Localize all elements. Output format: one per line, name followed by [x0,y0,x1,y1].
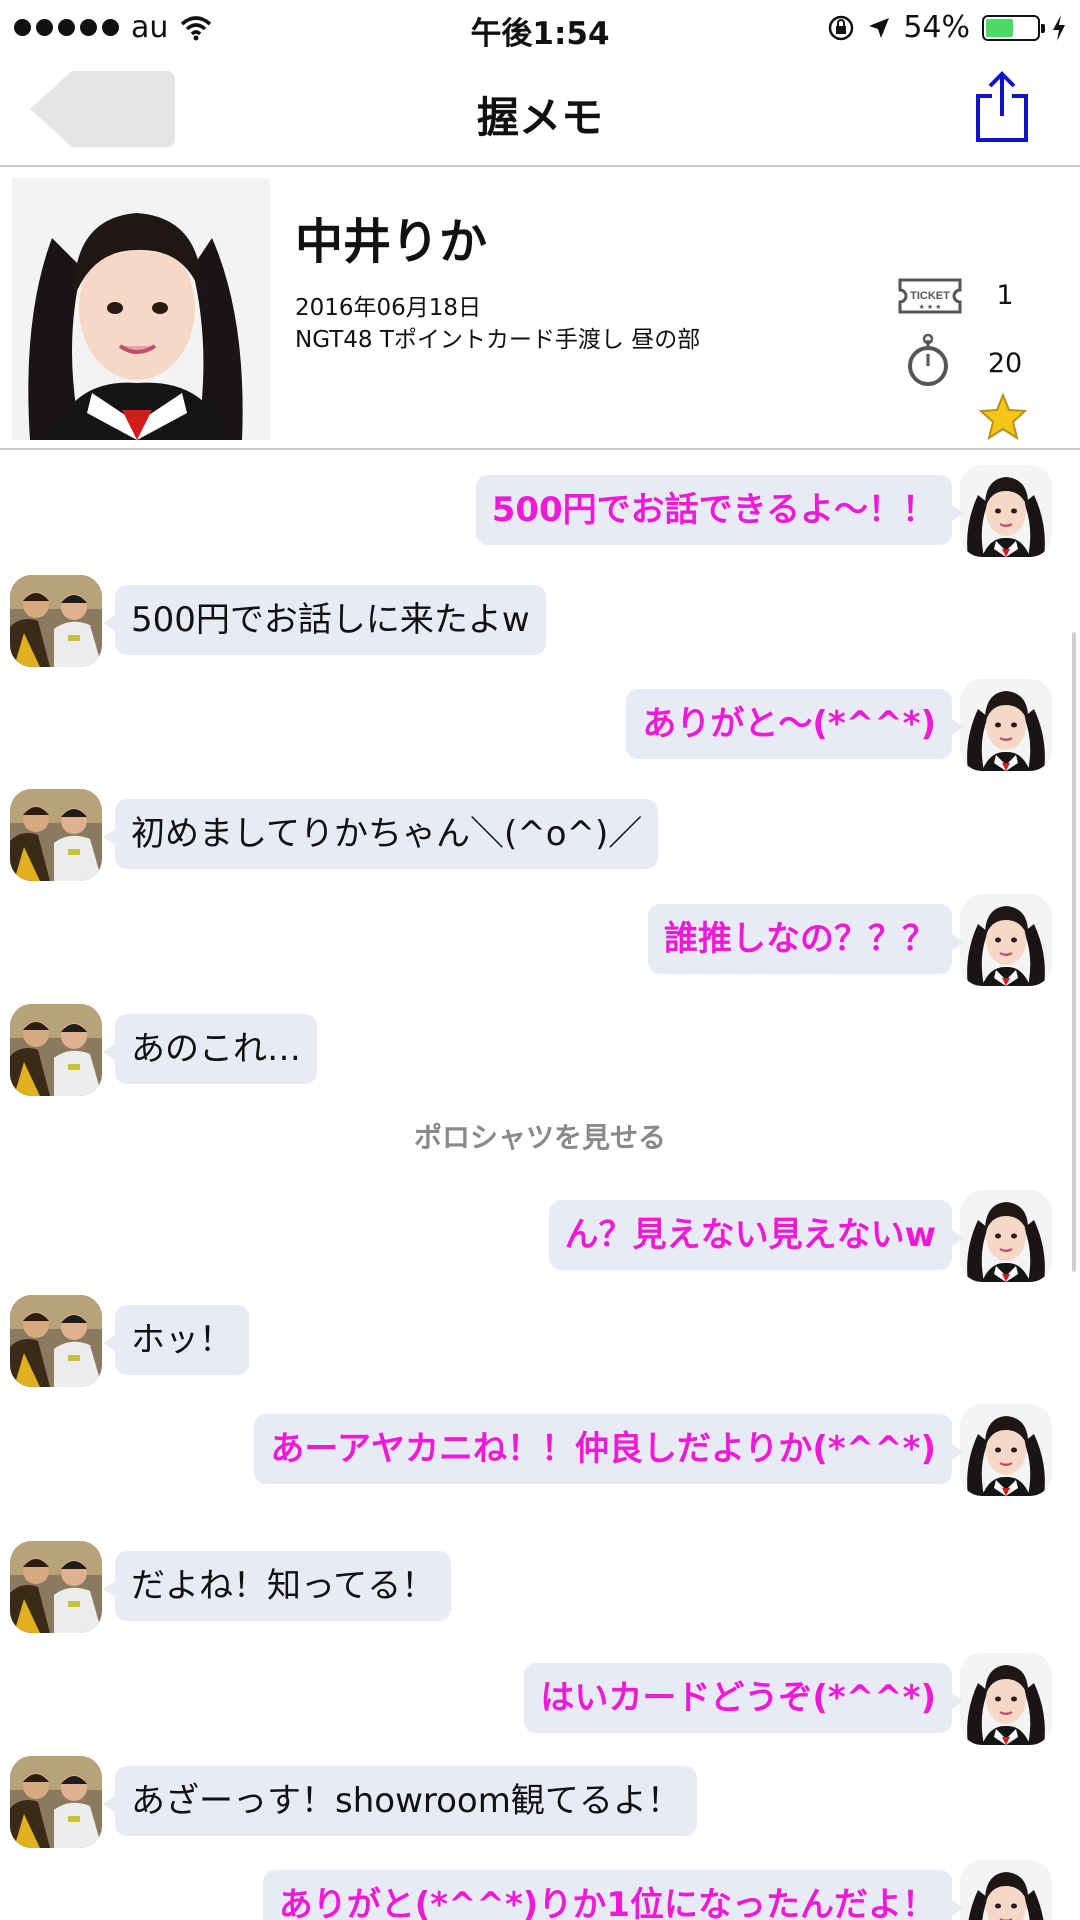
message-bubble: 初めましてりかちゃん＼(^o^)／ [102,799,659,869]
message-bubble: だよね！知ってる！ [102,1551,452,1621]
incoming-message: あのこれ… [0,1004,1080,1096]
message-bubble: 誰推しなの？？？ [648,904,964,974]
fan-avatar [10,1541,102,1633]
message-bubble: あーアヤカニね！！仲良しだよりか(*^^*) [254,1414,964,1484]
stopwatch-icon [908,334,948,386]
outgoing-message: ありがと〜(*^^*) [0,679,1080,771]
message-bubble: ありがと〜(*^^*) [626,689,964,759]
member-avatar [960,1860,1052,1920]
share-button[interactable] [974,70,1030,144]
message-bubble: ありがと(*^^*)りか1位になったんだよ！ [262,1870,965,1920]
member-avatar [960,1404,1052,1496]
incoming-message: 500円でお話しに来たよw [0,575,1080,667]
member-photo [12,178,270,440]
svg-text:★ ★ ★: ★ ★ ★ [919,303,942,311]
battery-percent: 54% [903,10,970,45]
battery-icon [982,14,1045,41]
incoming-message: あざーっす！showroom観てるよ！ [0,1756,1080,1848]
fan-avatar [10,1295,102,1387]
ticket-label: TICKET [910,290,950,302]
profile-header: 中井りか 2016年06月18日 NGT48 Tポイントカード手渡し 昼の部 T… [0,170,1080,450]
outgoing-message: 500円でお話できるよ〜！！ [0,465,1080,557]
message-bubble: あざーっす！showroom観てるよ！ [103,1766,697,1836]
member-avatar [960,1653,1052,1745]
fan-avatar [10,1756,102,1848]
member-avatar [960,679,1052,771]
member-avatar [960,465,1052,557]
rotation-lock-icon [829,15,854,40]
charging-bolt-icon [1053,14,1065,41]
battery-level [986,18,1013,37]
chat-log[interactable]: 500円でお話できるよ〜！！ 500円でお話しに来たよw ありがと〜(*^^*) 初め… [0,452,1080,1920]
member-name: 中井りか [295,214,488,270]
event-date: 2016年06月18日 [295,295,482,321]
incoming-message: ホッ！ [0,1295,1080,1387]
outgoing-message: あーアヤカニね！！仲良しだよりか(*^^*) [0,1404,1080,1496]
message-bubble: 500円でお話しに来たよw [103,585,546,655]
location-arrow-icon [869,17,890,38]
ticket-count: 1 [996,280,1014,311]
status-bar: au 午後1:54 54% [0,0,1080,54]
page-title: 握メモ [476,93,603,142]
member-avatar [960,1190,1052,1282]
ticket-icon: TICKET ★ ★ ★ [898,278,962,314]
message-bubble: あのこれ… [103,1014,317,1084]
message-bubble: 500円でお話できるよ〜！！ [475,475,965,545]
incoming-message: 初めましてりかちゃん＼(^o^)／ [0,789,1080,881]
duration-seconds: 20 [987,348,1023,379]
outgoing-message: はいカードどうぞ(*^^*) [0,1653,1080,1745]
incoming-message: だよね！知ってる！ [0,1541,1080,1633]
outgoing-message: 誰推しなの？？？ [0,894,1080,986]
message-bubble: ん？見えない見えないw [548,1200,965,1270]
member-avatar [960,894,1052,986]
action-note: ポロシャツを見せる [413,1121,666,1154]
event-name: NGT48 Tポイントカード手渡し 昼の部 [295,327,701,353]
fan-avatar [10,1004,102,1096]
outgoing-message: ん？見えない見えないw [0,1190,1080,1282]
message-bubble: ホッ！ [103,1305,249,1375]
outgoing-message: ありがと(*^^*)りか1位になったんだよ！ [0,1860,1080,1920]
favorite-star-icon[interactable] [978,393,1028,441]
fan-avatar [10,789,102,881]
fan-avatar [10,575,102,667]
navigation-bar: 握メモ [0,54,1080,167]
message-bubble: はいカードどうぞ(*^^*) [524,1663,964,1733]
